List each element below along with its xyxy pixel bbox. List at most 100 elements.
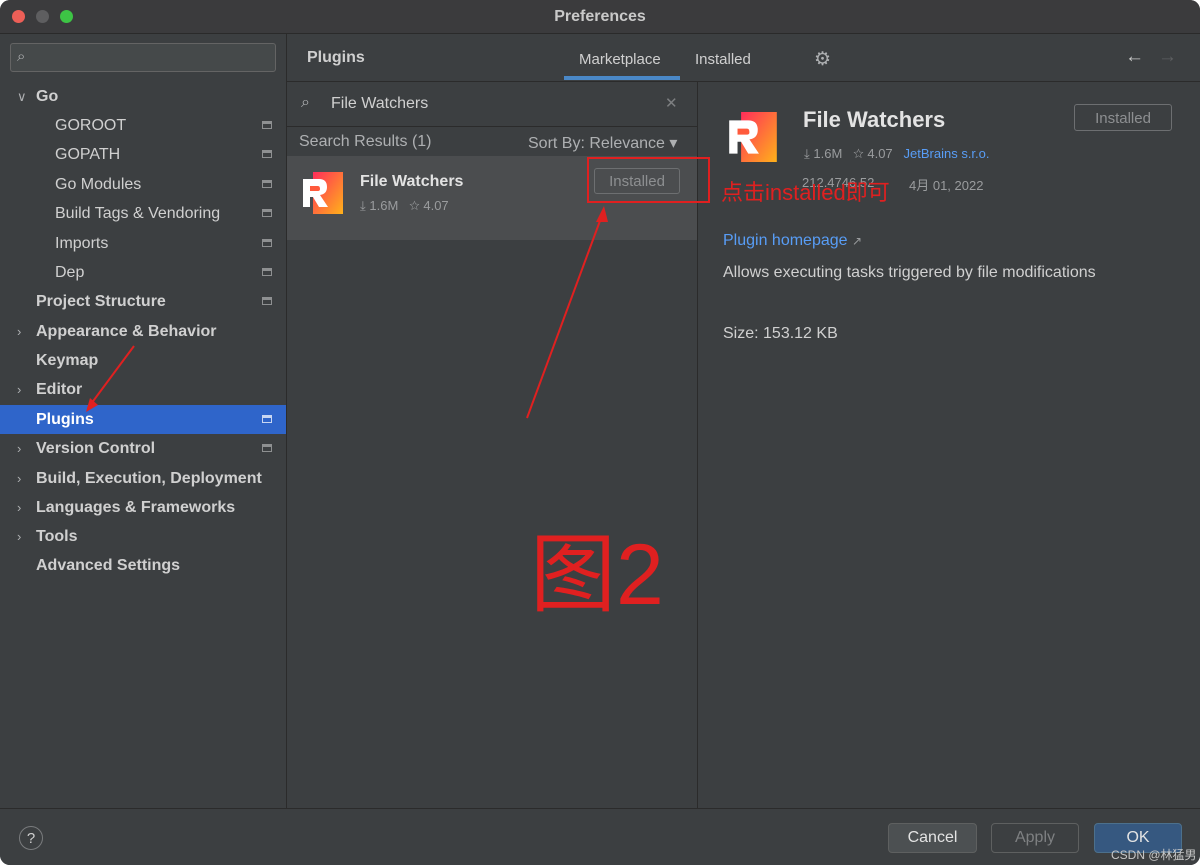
- sidebar-item-version-control[interactable]: › Version Control: [0, 434, 286, 463]
- dialog-footer: ? Cancel Apply OK: [0, 808, 1200, 865]
- sidebar-item-go[interactable]: ∨ Go: [0, 82, 286, 111]
- plugin-size: Size: 153.12 KB: [723, 325, 838, 342]
- plugin-homepage-link[interactable]: Plugin homepage ↗: [723, 232, 862, 250]
- search-icon: ⌕: [17, 48, 26, 65]
- sidebar-item-languages[interactable]: › Languages & Frameworks: [0, 493, 286, 522]
- sidebar-item-advanced-settings[interactable]: Advanced Settings: [0, 551, 286, 580]
- chevron-right-icon[interactable]: ›: [17, 464, 21, 493]
- settings-search-input[interactable]: ⌕: [10, 43, 276, 72]
- plugin-rating: 4.07: [423, 198, 449, 213]
- sidebar-item-label: Keymap: [36, 352, 99, 369]
- sidebar-item-label: GOPATH: [55, 146, 121, 163]
- chevron-down-icon[interactable]: ∨: [17, 82, 27, 111]
- sidebar-item-gopath[interactable]: GOPATH: [0, 140, 286, 169]
- cancel-button[interactable]: Cancel: [888, 823, 977, 853]
- chevron-right-icon[interactable]: ›: [17, 375, 21, 404]
- annotation-figure-label: 图2: [530, 527, 664, 623]
- vendor-link[interactable]: JetBrains s.r.o.: [904, 146, 990, 161]
- sidebar-item-label: Go Modules: [55, 176, 142, 193]
- plugin-search-field[interactable]: ⌕ File Watchers ✕: [287, 82, 697, 127]
- project-scope-icon: [262, 209, 272, 217]
- detail-installed-button[interactable]: Installed: [1074, 104, 1172, 131]
- download-icon: ⤓: [804, 146, 810, 161]
- sidebar-item-go-modules[interactable]: Go Modules: [0, 170, 286, 199]
- preferences-window: Preferences ⌕ ∨ Go GOROOT GOPATH Go Modu…: [0, 0, 1200, 865]
- clear-search-icon[interactable]: ✕: [665, 94, 678, 112]
- settings-sidebar: ⌕ ∨ Go GOROOT GOPATH Go Modules Build Ta…: [0, 34, 287, 808]
- back-arrow-icon[interactable]: ←: [1125, 46, 1144, 68]
- external-link-icon: ↗: [852, 234, 863, 248]
- forward-arrow-icon[interactable]: →: [1158, 46, 1177, 68]
- sidebar-item-build-execution[interactable]: › Build, Execution, Deployment: [0, 464, 286, 493]
- apply-button[interactable]: Apply: [991, 823, 1079, 853]
- plugin-description: Allows executing tasks triggered by file…: [723, 264, 1096, 281]
- plugin-downloads: 1.6M: [369, 198, 399, 213]
- annotation-highlight-box: [587, 157, 710, 203]
- sidebar-item-label: Imports: [55, 235, 109, 252]
- star-icon: ☆: [853, 146, 864, 161]
- sidebar-item-label: Version Control: [36, 440, 156, 457]
- sidebar-item-dep[interactable]: Dep: [0, 258, 286, 287]
- plugin-detail-meta: ⤓ 1.6M ☆ 4.07 JetBrains s.r.o.: [804, 146, 990, 162]
- sidebar-item-label: Tools: [36, 528, 78, 545]
- sidebar-item-tools[interactable]: › Tools: [0, 522, 286, 551]
- search-icon: ⌕: [301, 94, 310, 111]
- sidebar-item-label: Plugins: [36, 411, 94, 428]
- chevron-right-icon[interactable]: ›: [17, 493, 21, 522]
- project-scope-icon: [262, 180, 272, 188]
- file-watchers-logo-icon: [303, 172, 343, 214]
- project-scope-icon: [262, 444, 272, 452]
- plugin-detail-name: File Watchers: [803, 107, 946, 132]
- title-bar: Preferences: [0, 0, 1200, 34]
- gear-icon[interactable]: ⚙: [814, 48, 831, 71]
- project-scope-icon: [262, 297, 272, 305]
- sidebar-item-plugins[interactable]: Plugins: [0, 405, 286, 434]
- project-scope-icon: [262, 415, 272, 423]
- caret-down-icon: ▾: [669, 135, 678, 152]
- sort-dropdown[interactable]: Sort By: Relevance ▾: [528, 133, 677, 153]
- sidebar-item-label: Go: [36, 88, 59, 105]
- project-scope-icon: [262, 239, 272, 247]
- chevron-right-icon[interactable]: ›: [17, 522, 21, 551]
- project-scope-icon: [262, 121, 272, 129]
- sidebar-item-label: Dep: [55, 264, 85, 281]
- active-tab-indicator: [564, 76, 680, 80]
- chevron-right-icon[interactable]: ›: [17, 317, 21, 346]
- sidebar-item-label: Project Structure: [36, 293, 166, 310]
- tab-marketplace[interactable]: Marketplace: [579, 51, 661, 68]
- sidebar-item-label: GOROOT: [55, 117, 127, 134]
- help-button[interactable]: ?: [19, 826, 43, 850]
- download-icon: ⤓: [360, 198, 366, 213]
- sidebar-item-editor[interactable]: › Editor: [0, 375, 286, 404]
- window-title: Preferences: [554, 8, 646, 25]
- sidebar-item-label: Editor: [36, 381, 83, 398]
- star-icon: ☆: [409, 198, 420, 213]
- homepage-label: Plugin homepage: [723, 232, 848, 249]
- sidebar-item-label: Advanced Settings: [36, 557, 181, 574]
- chevron-right-icon[interactable]: ›: [17, 434, 21, 463]
- sidebar-item-build-tags[interactable]: Build Tags & Vendoring: [0, 199, 286, 228]
- sidebar-item-appearance[interactable]: › Appearance & Behavior: [0, 317, 286, 346]
- sidebar-item-keymap[interactable]: Keymap: [0, 346, 286, 375]
- sort-label: Sort By: Relevance: [528, 135, 665, 152]
- plugin-name: File Watchers: [360, 173, 464, 190]
- plugins-header: Plugins Marketplace Installed ⚙ ← →: [287, 34, 1200, 82]
- plugin-search-input[interactable]: File Watchers: [331, 95, 428, 113]
- results-bar: Search Results (1) Sort By: Relevance ▾: [287, 127, 697, 156]
- tab-installed[interactable]: Installed: [695, 51, 751, 68]
- page-title: Plugins: [307, 49, 365, 66]
- detail-rating: 4.07: [867, 146, 893, 161]
- plugin-meta: ⤓ 1.6M ☆ 4.07: [360, 198, 449, 214]
- sidebar-item-goroot[interactable]: GOROOT: [0, 111, 286, 140]
- sidebar-item-project-structure[interactable]: Project Structure: [0, 287, 286, 316]
- sidebar-item-imports[interactable]: Imports: [0, 229, 286, 258]
- plugin-date: 4月 01, 2022: [909, 178, 984, 193]
- sidebar-item-label: Languages & Frameworks: [36, 499, 236, 516]
- file-watchers-logo-icon: [729, 112, 777, 162]
- sidebar-item-label: Build, Execution, Deployment: [36, 470, 262, 487]
- annotation-hint-text: 点击installed即可: [721, 180, 890, 205]
- project-scope-icon: [262, 150, 272, 158]
- sidebar-item-label: Build Tags & Vendoring: [55, 205, 221, 222]
- watermark-text: CSDN @林猛男: [1111, 848, 1197, 862]
- detail-downloads: 1.6M: [813, 146, 843, 161]
